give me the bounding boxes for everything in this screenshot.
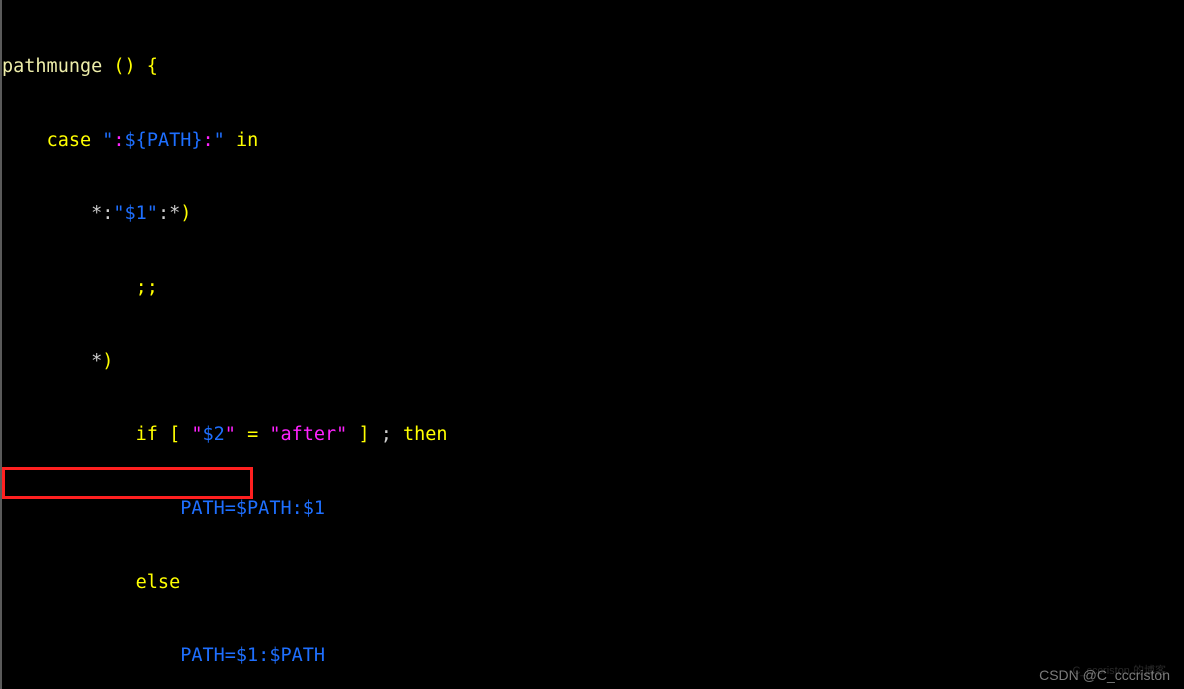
code-token: PATH=$1:$PATH (180, 645, 326, 667)
code-token: *: (91, 203, 114, 225)
code-token: case (46, 129, 92, 151)
csdn-watermark: CSDN @C_cccriston (1039, 667, 1170, 683)
code-line: PATH=$PATH:$1 (2, 497, 1182, 522)
code-token: "after" (269, 424, 348, 446)
editor-text-area[interactable]: pathmunge () { case ":${PATH}:" in *:"$1… (2, 6, 1182, 689)
code-token: ) (180, 203, 192, 225)
code-line: *) (2, 350, 1182, 375)
code-line: ;; (2, 276, 1182, 301)
code-token: ] (358, 424, 370, 446)
code-token: : (202, 129, 214, 151)
code-token: pathmunge (2, 56, 114, 78)
code-token: () { (113, 56, 158, 78)
code-token: * (91, 350, 103, 372)
code-token: " (213, 129, 225, 151)
code-line: else (2, 571, 1182, 596)
code-token: in (235, 129, 259, 151)
code-token: PATH=$PATH:$1 (180, 497, 326, 519)
code-token: = (247, 424, 259, 446)
code-token: ; (380, 424, 392, 446)
code-token: ;; (135, 277, 158, 299)
code-token: if (135, 424, 158, 446)
code-line: *:"$1":*) (2, 202, 1182, 227)
code-token: then (403, 424, 448, 446)
code-token: :* (157, 203, 181, 225)
code-token: "$1" (113, 203, 158, 225)
code-token: " (102, 129, 114, 151)
code-token: else (135, 571, 181, 593)
code-token: " (191, 424, 203, 446)
code-token: $2 (202, 424, 225, 446)
code-line: case ":${PATH}:" in (2, 129, 1182, 154)
code-token: [ (169, 424, 181, 446)
terminal-window: pathmunge () { case ":${PATH}:" in *:"$1… (0, 0, 1184, 689)
code-token: ${PATH} (124, 129, 203, 151)
code-token: ) (102, 350, 114, 372)
code-token: : (113, 129, 125, 151)
code-token: " (224, 424, 236, 446)
window-left-border (0, 0, 2, 689)
code-line: pathmunge () { (2, 55, 1182, 80)
code-line: if [ "$2" = "after" ] ; then (2, 423, 1182, 448)
code-line: PATH=$1:$PATH (2, 644, 1182, 669)
